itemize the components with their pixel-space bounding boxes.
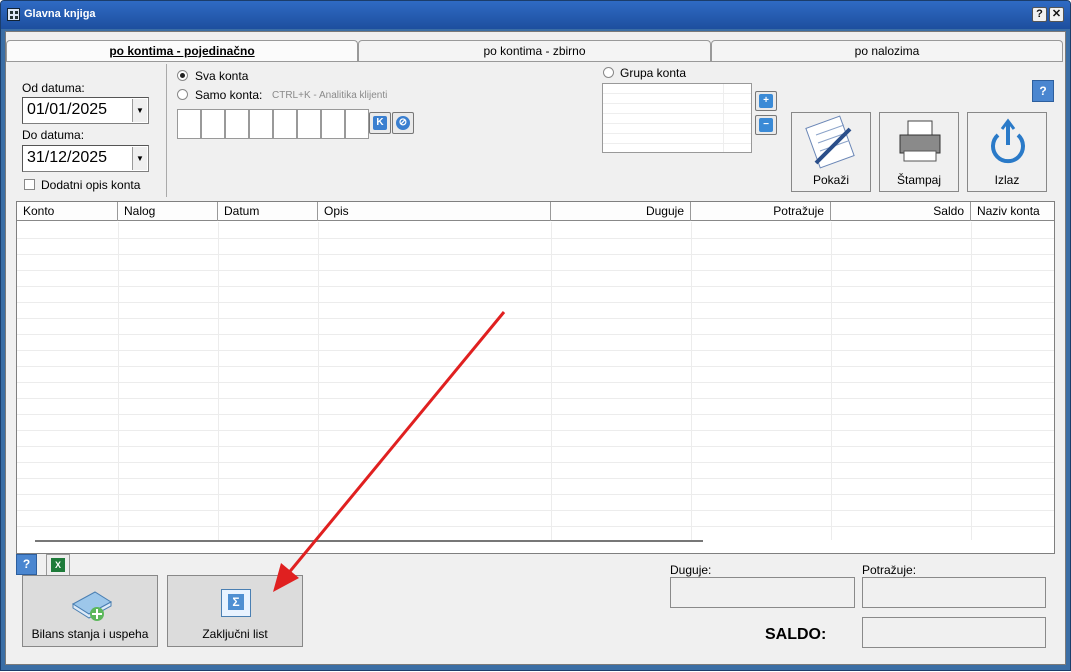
client-area: po kontima - pojedinačno po kontima - zb…	[5, 31, 1066, 665]
dodatni-opis-checkbox[interactable]	[24, 179, 35, 190]
sva-konta-radio[interactable]	[177, 70, 188, 81]
power-exit-icon	[991, 118, 1025, 164]
konto-digit-3[interactable]	[225, 109, 249, 139]
konto-digit-2[interactable]	[201, 109, 225, 139]
zakljucni-list-button[interactable]: Σ Zaključni list	[167, 575, 303, 647]
add-grupa-button[interactable]: +	[755, 91, 777, 111]
ledger-table[interactable]: Konto Nalog Datum Opis Duguje Potražuje …	[16, 201, 1055, 554]
k-icon: K	[373, 116, 387, 130]
col-duguje[interactable]: Duguje	[551, 202, 691, 221]
tab-po-nalozima[interactable]: po nalozima	[711, 40, 1063, 62]
tab-po-kontima-zbirno[interactable]: po kontima - zbirno	[358, 40, 711, 62]
notepad-pencil-icon	[805, 115, 855, 169]
konta-group: Sva konta Samo konta: CTRL+K - Analitika…	[166, 64, 782, 197]
help-small-button[interactable]: ?	[16, 554, 37, 575]
konto-digit-5[interactable]	[273, 109, 297, 139]
duguje-total-field	[670, 577, 855, 608]
col-opis[interactable]: Opis	[318, 202, 551, 221]
konto-digit-8[interactable]	[345, 109, 369, 139]
grupa-konta-list[interactable]	[602, 83, 752, 153]
do-datuma-value: 31/12/2025	[27, 149, 108, 166]
pokazi-label: Pokaži	[812, 173, 850, 187]
do-datuma-label: Do datuma:	[22, 128, 85, 142]
tab-panel: Od datuma: 01/01/2025 ▼ Do datuma: 31/12…	[6, 61, 1063, 663]
chevron-down-icon[interactable]: ▼	[132, 99, 147, 122]
printer-icon	[899, 120, 941, 162]
sva-konta-label: Sva konta	[195, 69, 249, 83]
tab-po-kontima-pojedinacno[interactable]: po kontima - pojedinačno	[6, 40, 358, 62]
stampaj-button[interactable]: Štampaj	[879, 112, 959, 192]
app-icon	[7, 8, 20, 21]
excel-export-button[interactable]: X	[46, 554, 70, 576]
col-konto[interactable]: Konto	[17, 202, 118, 221]
saldo-field	[862, 617, 1046, 648]
konto-digit-6[interactable]	[297, 109, 321, 139]
do-datuma-field[interactable]: 31/12/2025 ▼	[22, 145, 149, 172]
potrazuje-total-label: Potražuje:	[862, 563, 917, 577]
grupa-konta-label: Grupa konta	[620, 66, 687, 80]
izlaz-label: Izlaz	[994, 173, 1020, 187]
dodatni-opis-label: Dodatni opis konta	[41, 178, 141, 192]
chevron-down-icon[interactable]: ▼	[132, 147, 147, 170]
konto-digit-7[interactable]	[321, 109, 345, 139]
horizontal-scrollbar[interactable]	[35, 540, 703, 542]
pokazi-button[interactable]: Pokaži	[791, 112, 871, 192]
help-button[interactable]: ?	[1032, 80, 1054, 102]
col-datum[interactable]: Datum	[218, 202, 318, 221]
od-datuma-label: Od datuma:	[22, 81, 85, 95]
od-datuma-field[interactable]: 01/01/2025 ▼	[22, 97, 149, 124]
plus-icon: +	[759, 94, 773, 108]
minus-icon: −	[759, 118, 773, 132]
bilans-button[interactable]: Bilans stanja i uspeha	[22, 575, 158, 647]
zakljucni-list-label: Zaključni list	[202, 627, 268, 641]
konto-digit-1[interactable]	[177, 109, 201, 139]
analitika-k-button[interactable]: K	[369, 112, 391, 134]
col-naziv-konta[interactable]: Naziv konta	[971, 202, 1054, 221]
col-saldo[interactable]: Saldo	[831, 202, 971, 221]
no-entry-icon: ⊘	[396, 116, 410, 130]
grupa-konta-radio[interactable]	[603, 67, 614, 78]
potrazuje-total-field	[862, 577, 1046, 608]
title-bar: Glavna knjiga ? ✕	[1, 1, 1070, 29]
col-potrazuje[interactable]: Potražuje	[691, 202, 831, 221]
col-nalog[interactable]: Nalog	[118, 202, 218, 221]
samo-konta-radio[interactable]	[177, 89, 188, 100]
table-header: Konto Nalog Datum Opis Duguje Potražuje …	[17, 202, 1054, 221]
saldo-label: SALDO:	[765, 626, 827, 643]
remove-grupa-button[interactable]: −	[755, 115, 777, 135]
main-window: Glavna knjiga ? ✕ po kontima - pojedinač…	[0, 0, 1071, 671]
duguje-total-label: Duguje:	[670, 563, 712, 577]
ctrl-k-hint: CTRL+K - Analitika klijenti	[272, 90, 388, 101]
help-title-button[interactable]: ?	[1032, 7, 1047, 22]
ledger-add-icon	[72, 591, 112, 621]
bilans-label: Bilans stanja i uspeha	[31, 627, 149, 641]
stampaj-label: Štampaj	[896, 173, 942, 187]
close-button[interactable]: ✕	[1049, 7, 1064, 22]
konto-digit-4[interactable]	[249, 109, 273, 139]
window-title: Glavna knjiga	[24, 8, 96, 20]
tab-strip: po kontima - pojedinačno po kontima - zb…	[6, 40, 1063, 62]
sigma-sheet-icon: Σ	[221, 589, 251, 617]
excel-icon: X	[51, 558, 65, 572]
od-datuma-value: 01/01/2025	[27, 101, 108, 118]
samo-konta-label: Samo konta:	[195, 88, 263, 102]
clear-konto-button[interactable]: ⊘	[392, 112, 414, 134]
table-body	[17, 222, 1054, 540]
izlaz-button[interactable]: Izlaz	[967, 112, 1047, 192]
